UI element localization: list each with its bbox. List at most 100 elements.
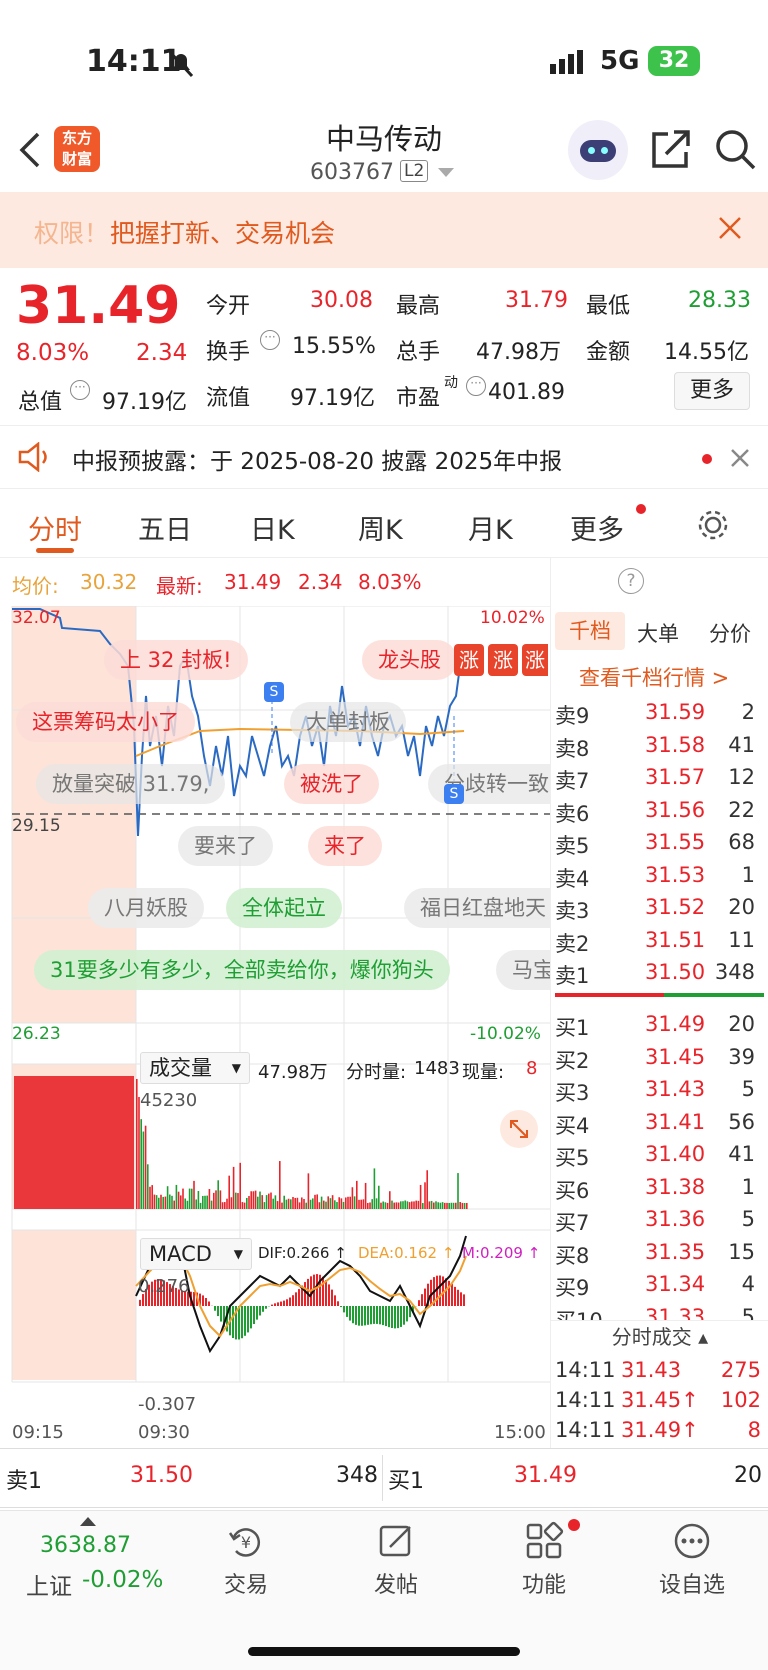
trade-row: 14:11 31.49↑ 8 xyxy=(551,1416,768,1448)
gear-icon[interactable] xyxy=(696,508,730,542)
comment-chip[interactable]: 大单封板 xyxy=(290,702,406,742)
tab-big-order[interactable]: 大单 xyxy=(637,618,679,648)
trade-time: 14:11 xyxy=(555,1388,616,1412)
comment-chip[interactable]: 全体起立 xyxy=(226,888,342,928)
speaker-icon xyxy=(18,442,47,472)
tab-day-k[interactable]: 日K xyxy=(250,508,295,547)
bid-row[interactable]: 买4 31.41 56 xyxy=(551,1108,768,1140)
bid-row[interactable]: 买1 31.49 20 xyxy=(551,1010,768,1042)
level-price: 31.51 xyxy=(645,927,706,952)
info-dots-icon[interactable]: ··· xyxy=(260,330,280,350)
more-dots-icon xyxy=(674,1523,710,1559)
comment-chip[interactable]: 被洗了 xyxy=(284,764,379,804)
nav-bar: 东方 财富 中马传动 603767 L2 xyxy=(0,110,768,192)
expand-icon[interactable] xyxy=(500,1110,538,1148)
minute-volume: 1483 xyxy=(414,1058,460,1079)
volume-total: 47.98万 xyxy=(258,1062,328,1083)
float-label: 流值 xyxy=(206,386,251,411)
axis-bottom: 26.23 xyxy=(12,1024,61,1044)
tab-five-day[interactable]: 五日 xyxy=(138,508,192,547)
index-pct[interactable]: -0.02% xyxy=(82,1567,163,1593)
bid-row[interactable]: 买7 31.36 5 xyxy=(551,1205,768,1237)
tab-trade[interactable]: ¥ 交易 xyxy=(186,1521,306,1599)
tab-fenshi[interactable]: 分时 xyxy=(28,508,82,547)
trade-price: 31.49↑ xyxy=(621,1418,699,1442)
comment-chip[interactable]: 八月妖股 xyxy=(88,888,204,928)
comment-chip[interactable]: 要来了 xyxy=(178,826,273,866)
tab-functions[interactable]: 功能 xyxy=(484,1521,604,1599)
comment-chip[interactable]: 来了 xyxy=(308,826,382,866)
level-label: 卖8 xyxy=(555,736,590,761)
bid-row[interactable]: 买3 31.43 5 xyxy=(551,1075,768,1107)
ask-row[interactable]: 卖8 31.58 41 xyxy=(551,731,768,763)
ask-row[interactable]: 卖9 31.59 2 xyxy=(551,698,768,730)
tab-price-dist[interactable]: 分价 xyxy=(709,618,751,648)
sell-signal-icon[interactable]: S xyxy=(444,784,464,804)
info-dots-icon[interactable]: ··· xyxy=(466,376,486,396)
tab-month-k[interactable]: 月K xyxy=(468,508,513,547)
open-label: 今开 xyxy=(206,294,251,319)
tab-more[interactable]: 更多 xyxy=(570,508,624,547)
volume-indicator-select[interactable]: 成交量 ▼ xyxy=(140,1052,250,1084)
comment-chip[interactable]: 龙头股 xyxy=(362,640,457,680)
ask-row[interactable]: 卖7 31.57 12 xyxy=(551,763,768,795)
bottom-sell-label: 卖1 xyxy=(6,1469,42,1494)
comment-chip[interactable]: 马宝 xyxy=(496,950,550,990)
bid-row[interactable]: 买5 31.40 41 xyxy=(551,1140,768,1172)
macd-indicator-select[interactable]: MACD ▼ xyxy=(140,1238,252,1270)
share-icon[interactable] xyxy=(650,128,692,170)
ask-row[interactable]: 卖3 31.52 20 xyxy=(551,893,768,925)
comment-chip[interactable]: 这票筹码太小了 xyxy=(16,702,195,742)
close-icon[interactable] xyxy=(718,216,742,240)
ask-row[interactable]: 卖5 31.55 68 xyxy=(551,828,768,860)
ask-row[interactable]: 卖6 31.56 22 xyxy=(551,796,768,828)
comment-chip[interactable]: 31要多少有多少，全部卖给你，爆你狗头 xyxy=(34,950,450,990)
unread-dot xyxy=(568,1519,580,1531)
tab-week-k[interactable]: 周K xyxy=(358,508,403,547)
comment-chip[interactable]: 福日红盘地天 xyxy=(404,888,550,928)
bid-row[interactable]: 买8 31.35 15 xyxy=(551,1238,768,1270)
bid-row[interactable]: 买9 31.34 4 xyxy=(551,1270,768,1302)
info-dots-icon[interactable]: ··· xyxy=(70,380,90,400)
bottom-sell-vol: 348 xyxy=(336,1463,378,1488)
promo-banner[interactable]: 权限！ 把握打新、交易机会 xyxy=(0,192,768,268)
ask-row[interactable]: 卖2 31.51 11 xyxy=(551,926,768,958)
level-price: 31.58 xyxy=(645,732,706,757)
search-icon[interactable] xyxy=(714,128,758,172)
view-depth-link[interactable]: 查看千档行情 > xyxy=(579,662,729,692)
close-icon[interactable] xyxy=(730,448,750,468)
robot-avatar[interactable] xyxy=(568,120,628,180)
bottom-buy-label: 买1 xyxy=(388,1469,424,1494)
level-volume: 11 xyxy=(728,927,755,952)
more-button[interactable]: 更多 xyxy=(674,372,750,410)
index-value[interactable]: 3638.87 xyxy=(40,1533,131,1558)
tab-qiandang[interactable]: 千档 xyxy=(555,612,625,650)
promo-faded-text: 权限！ xyxy=(34,219,110,248)
dea-readout: DEA:0.162 ↑ xyxy=(358,1244,455,1262)
bid-row[interactable]: 买6 31.38 1 xyxy=(551,1173,768,1205)
caret-down-icon[interactable] xyxy=(438,168,454,178)
trades-header[interactable]: 分时成交 ▴ xyxy=(551,1320,768,1352)
unread-dot xyxy=(702,454,712,464)
bid-row[interactable]: 买2 31.45 39 xyxy=(551,1043,768,1075)
trade-volume: 102 xyxy=(720,1388,761,1412)
bottom-tab-bar: 3638.87 上证 -0.02% ¥ 交易 发帖 功能 设自选 xyxy=(0,1510,768,1670)
comment-chip[interactable]: 上 32 封板! xyxy=(104,640,248,680)
dif-readout: DIF:0.266 ↑ xyxy=(258,1244,347,1262)
grid-icon xyxy=(526,1521,564,1559)
intraday-chart-area[interactable]: 均价: 30.32 最新: 31.49 2.34 8.03% ? 32.07 1… xyxy=(0,558,644,1448)
comment-chip[interactable]: 放量突破 31.79, xyxy=(36,764,226,804)
level-badge[interactable]: L2 xyxy=(400,160,429,182)
tab-watchlist[interactable]: 设自选 xyxy=(632,1521,752,1599)
ask-row[interactable]: 卖4 31.53 1 xyxy=(551,861,768,893)
bottom-buy-vol: 20 xyxy=(734,1463,762,1488)
index-name[interactable]: 上证 xyxy=(26,1567,72,1601)
ask-row[interactable]: 卖1 31.50 348 xyxy=(551,958,768,990)
sell-signal-icon[interactable]: S xyxy=(264,682,284,702)
level-label: 买2 xyxy=(555,1048,590,1073)
high-label: 最高 xyxy=(396,294,441,319)
tab-post[interactable]: 发帖 xyxy=(336,1521,456,1599)
notice-bar[interactable]: 中报预披露：于 2025-08-20 披露 2025年中报 xyxy=(0,425,768,489)
level-price: 31.52 xyxy=(645,895,706,919)
level-label: 买8 xyxy=(555,1243,590,1268)
